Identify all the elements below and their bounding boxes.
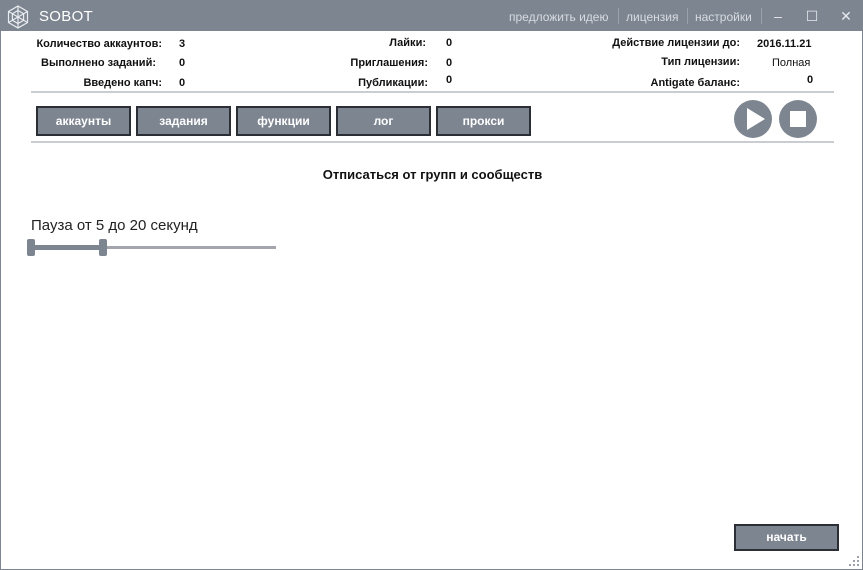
accounts-count-value: 3 [179, 38, 186, 50]
antigate-balance-value: 0 [807, 74, 814, 86]
page-title: Отписаться от групп и сообществ [322, 167, 543, 182]
spider-web-logo-icon [7, 5, 29, 29]
license-type-label: Тип лицензии: [661, 56, 740, 68]
posts-value: 0 [446, 74, 453, 86]
link-divider [687, 8, 688, 24]
pause-slider-min-handle[interactable] [27, 239, 35, 256]
pause-slider-max-handle[interactable] [99, 239, 107, 256]
stop-button[interactable] [779, 100, 817, 138]
minimize-icon[interactable]: ‒ [768, 6, 788, 26]
app-window: SOBOT предложить идею лицензия настройки… [0, 0, 863, 570]
play-icon [747, 108, 765, 130]
suggest-idea-link[interactable]: предложить идею [509, 10, 608, 24]
posts-label: Публикации: [358, 77, 428, 89]
link-divider [618, 8, 619, 24]
close-icon[interactable]: ✕ [836, 6, 856, 26]
tab-functions[interactable]: функции [236, 106, 331, 136]
start-button[interactable]: начать [734, 524, 839, 551]
captcha-count-value: 0 [179, 77, 186, 89]
likes-label: Лайки: [389, 37, 426, 49]
tab-accounts[interactable]: аккаунты [36, 106, 131, 136]
maximize-icon[interactable]: ☐ [802, 6, 822, 26]
antigate-balance-label: Antigate баланс: [650, 77, 741, 89]
settings-link[interactable]: настройки [695, 10, 752, 24]
title-bar: SOBOT предложить идею лицензия настройки… [1, 1, 862, 31]
pause-label: Пауза от 5 до 20 секунд [31, 217, 198, 234]
tasks-done-label: Выполнено заданий: [41, 57, 156, 69]
pause-slider-range [31, 245, 103, 250]
invites-label: Приглашения: [350, 57, 428, 69]
tab-log[interactable]: лог [336, 106, 431, 136]
tab-proxy[interactable]: прокси [436, 106, 531, 136]
divider [31, 141, 834, 143]
license-until-value: 2016.11.21 [757, 38, 812, 50]
play-button[interactable] [734, 100, 772, 138]
stop-icon [790, 111, 806, 127]
license-until-label: Действие лицензии до: [612, 37, 740, 49]
accounts-count-label: Количество аккаунтов: [36, 38, 162, 50]
license-link[interactable]: лицензия [626, 10, 678, 24]
captcha-count-label: Введено капч: [83, 77, 162, 89]
resize-grip-icon[interactable] [849, 556, 859, 566]
likes-value: 0 [446, 37, 453, 49]
app-title: SOBOT [39, 8, 94, 25]
divider [31, 91, 834, 93]
license-type-value: Полная [772, 57, 811, 69]
tasks-done-value: 0 [179, 57, 186, 69]
tab-tasks[interactable]: задания [136, 106, 231, 136]
invites-value: 0 [446, 57, 453, 69]
link-divider [761, 8, 762, 24]
